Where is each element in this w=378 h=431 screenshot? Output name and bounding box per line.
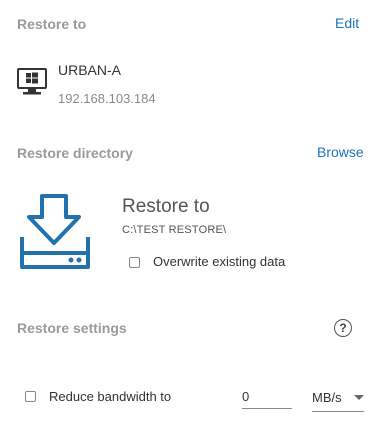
reduce-bandwidth-checkbox[interactable] (25, 391, 36, 402)
host-ip: 192.168.103.184 (58, 91, 156, 106)
overwrite-checkbox[interactable] (129, 257, 140, 268)
host-name: URBAN-A (58, 62, 122, 78)
restore-to-title: Restore to (17, 16, 87, 32)
restore-settings-title: Restore settings (17, 320, 127, 336)
restore-directory-title: Restore directory (17, 145, 133, 161)
reduce-bandwidth-label: Reduce bandwidth to (49, 389, 172, 404)
restore-path: C:\TEST RESTORE\ (122, 224, 227, 236)
edit-link[interactable]: Edit (335, 15, 359, 31)
chevron-down-icon (354, 395, 364, 400)
bandwidth-input[interactable] (242, 389, 292, 409)
restore-heading: Restore to (122, 196, 210, 217)
help-icon[interactable]: ? (334, 319, 352, 337)
monitor-windows-icon (17, 68, 47, 96)
download-to-drive-icon (16, 193, 94, 271)
bandwidth-unit-select[interactable]: MB/s (312, 389, 364, 412)
overwrite-label: Overwrite existing data (153, 254, 286, 269)
browse-link[interactable]: Browse (317, 144, 364, 160)
bandwidth-unit-value: MB/s (312, 390, 342, 405)
